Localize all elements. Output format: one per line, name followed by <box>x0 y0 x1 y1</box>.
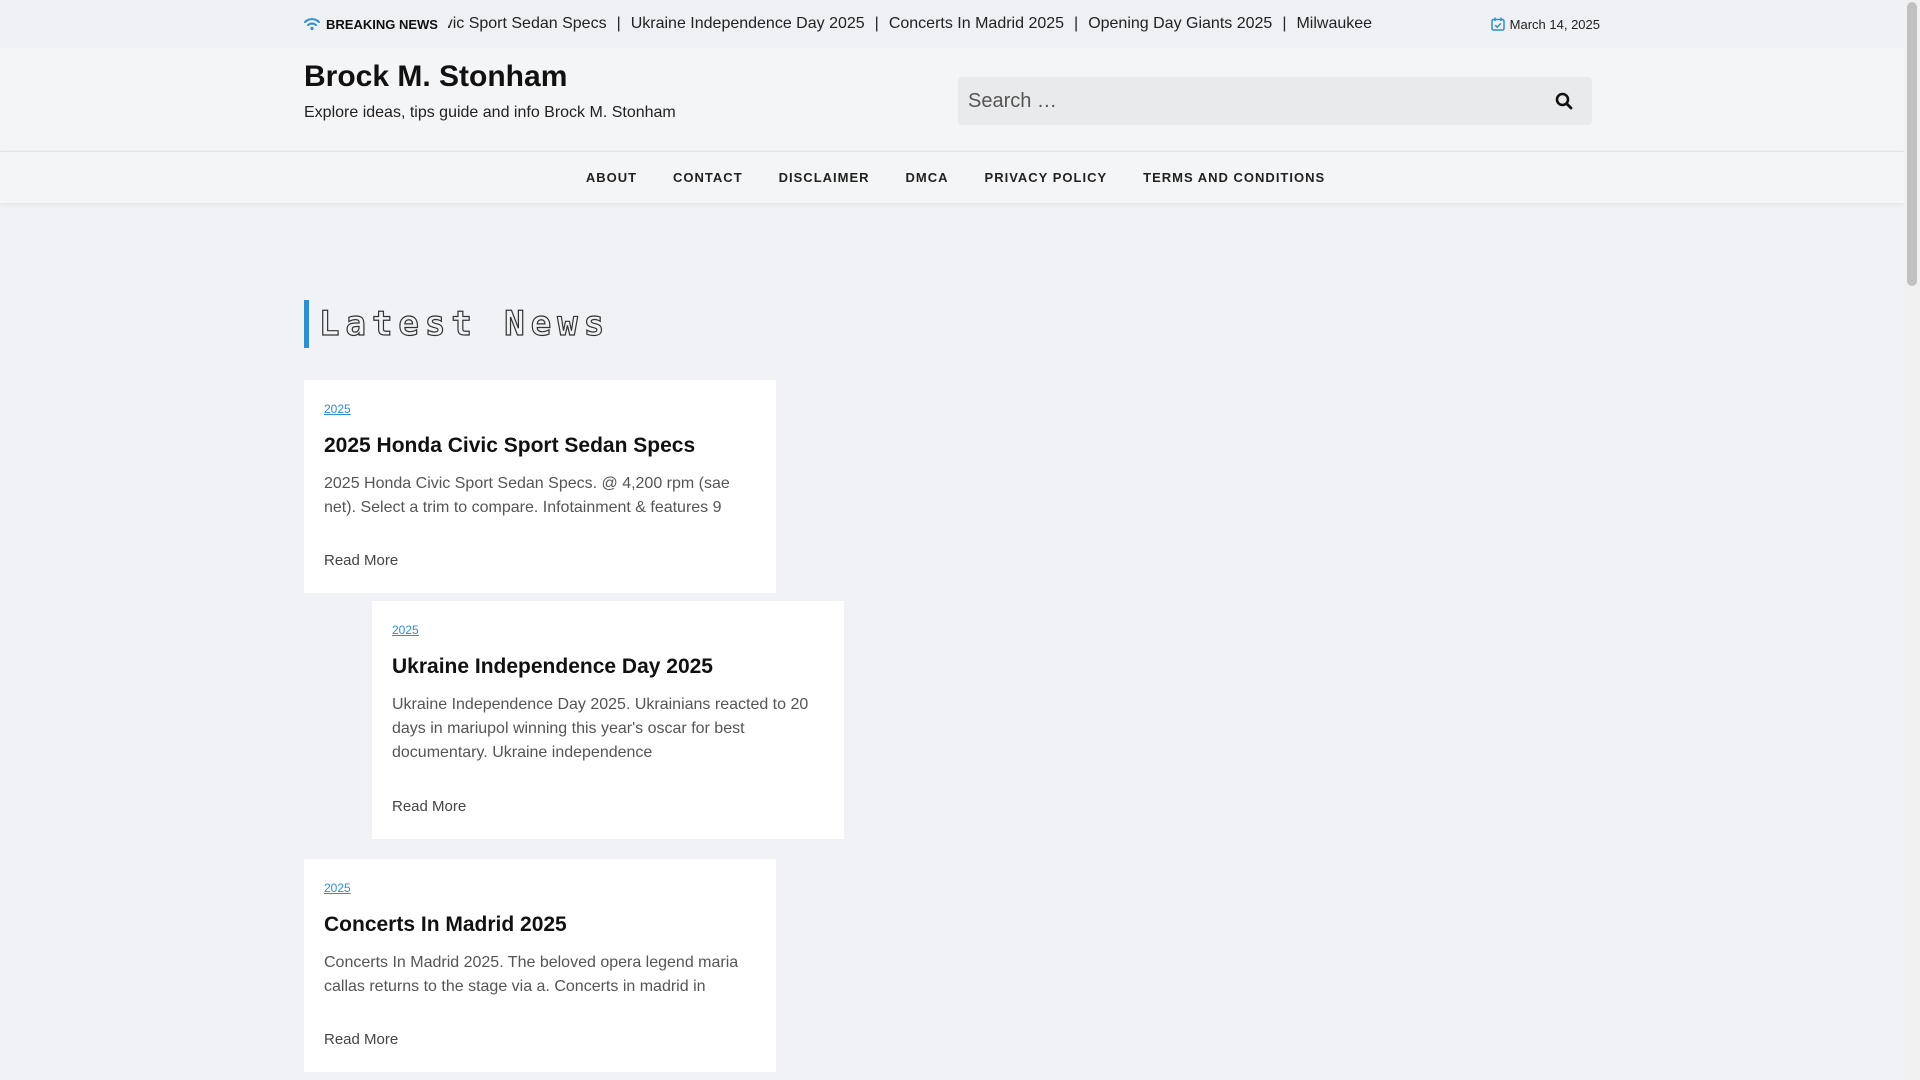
ticker-separator: | <box>1282 15 1287 32</box>
post-excerpt: Concerts In Madrid 2025. The beloved ope… <box>324 954 739 995</box>
calendar-check-icon <box>1490 17 1505 31</box>
search-form <box>958 77 1592 125</box>
wifi-icon <box>304 18 320 31</box>
site-header: Brock M. Stonham Explore ideas, tips gui… <box>0 48 1904 150</box>
post-category-link[interactable]: 2025 <box>324 402 351 416</box>
page-scrollbar[interactable] <box>1904 0 1920 1080</box>
ticker-item-link[interactable]: Concerts In Madrid 2025 <box>889 15 1064 32</box>
nav-item-terms-and-conditions[interactable]: TERMS AND CONDITIONS <box>1125 170 1343 185</box>
read-more-link[interactable]: Read More <box>392 798 466 815</box>
post-card: 2025 Concerts In Madrid 2025 Concerts In… <box>304 859 776 1072</box>
search-icon <box>1555 92 1573 110</box>
news-ticker: 2025 Honda Civic Sport Sedan Specs | Ukrai… <box>448 15 1386 33</box>
nav-item-contact[interactable]: CONTACT <box>655 170 761 185</box>
nav-list: ABOUT CONTACT DISCLAIMER DMCA PRIVACY PO… <box>568 170 1343 185</box>
ticker-item-link[interactable]: Opening Day Giants 2025 <box>1088 15 1272 32</box>
breaking-news-label: BREAKING NEWS <box>304 17 438 32</box>
post-category-link[interactable]: 2025 <box>324 881 351 895</box>
ticker-separator: | <box>616 15 621 32</box>
ticker-track: 2025 Honda Civic Sport Sedan Specs | Ukrai… <box>448 15 1372 33</box>
ticker-item-link[interactable]: Ukraine Independence Day 2025 <box>631 15 865 32</box>
section-heading: Latest News <box>304 300 610 348</box>
search-input[interactable] <box>958 77 1536 125</box>
ticker-separator: | <box>1074 15 1079 32</box>
ticker-item-link[interactable]: Milwaukee <box>1296 15 1372 32</box>
search-button[interactable] <box>1536 77 1592 125</box>
breaking-news-text: BREAKING NEWS <box>326 16 438 32</box>
nav-item-about[interactable]: ABOUT <box>568 170 655 185</box>
nav-item-dmca[interactable]: DMCA <box>888 170 967 185</box>
post-title-link[interactable]: Concerts In Madrid 2025 <box>324 913 756 937</box>
breaking-news-bar: BREAKING NEWS 2025 Honda Civic Sport Sed… <box>0 0 1904 48</box>
ticker-separator: | <box>874 15 879 32</box>
post-excerpt: 2025 Honda Civic Sport Sedan Specs. @ 4,… <box>324 475 730 516</box>
nav-item-privacy-policy[interactable]: PRIVACY POLICY <box>967 170 1126 185</box>
post-category-link[interactable]: 2025 <box>392 623 419 637</box>
post-title-link[interactable]: 2025 Honda Civic Sport Sedan Specs <box>324 434 756 458</box>
current-date: March 14, 2025 <box>1490 16 1600 32</box>
date-text: March 14, 2025 <box>1509 16 1600 32</box>
section-title-text: Latest News <box>318 303 611 344</box>
post-excerpt: Ukraine Independence Day 2025. Ukrainian… <box>392 696 809 761</box>
site-title-link[interactable]: Brock M. Stonham <box>304 60 567 94</box>
read-more-link[interactable]: Read More <box>324 1031 398 1048</box>
read-more-link[interactable]: Read More <box>324 552 398 569</box>
post-card: 2025 2025 Honda Civic Sport Sedan Specs … <box>304 380 776 593</box>
post-title-link[interactable]: Ukraine Independence Day 2025 <box>392 655 824 679</box>
post-card: 2025 Ukraine Independence Day 2025 Ukrai… <box>372 601 844 839</box>
site-description: Explore ideas, tips guide and info Brock… <box>304 104 676 121</box>
scrollbar-thumb[interactable] <box>1907 2 1917 286</box>
topbar-inner: BREAKING NEWS 2025 Honda Civic Sport Sed… <box>304 0 1600 48</box>
main-navigation: ABOUT CONTACT DISCLAIMER DMCA PRIVACY PO… <box>0 151 1904 203</box>
ticker-item-link[interactable]: 2025 Honda Civic Sport Sedan Specs <box>448 15 607 32</box>
nav-item-disclaimer[interactable]: DISCLAIMER <box>761 170 888 185</box>
